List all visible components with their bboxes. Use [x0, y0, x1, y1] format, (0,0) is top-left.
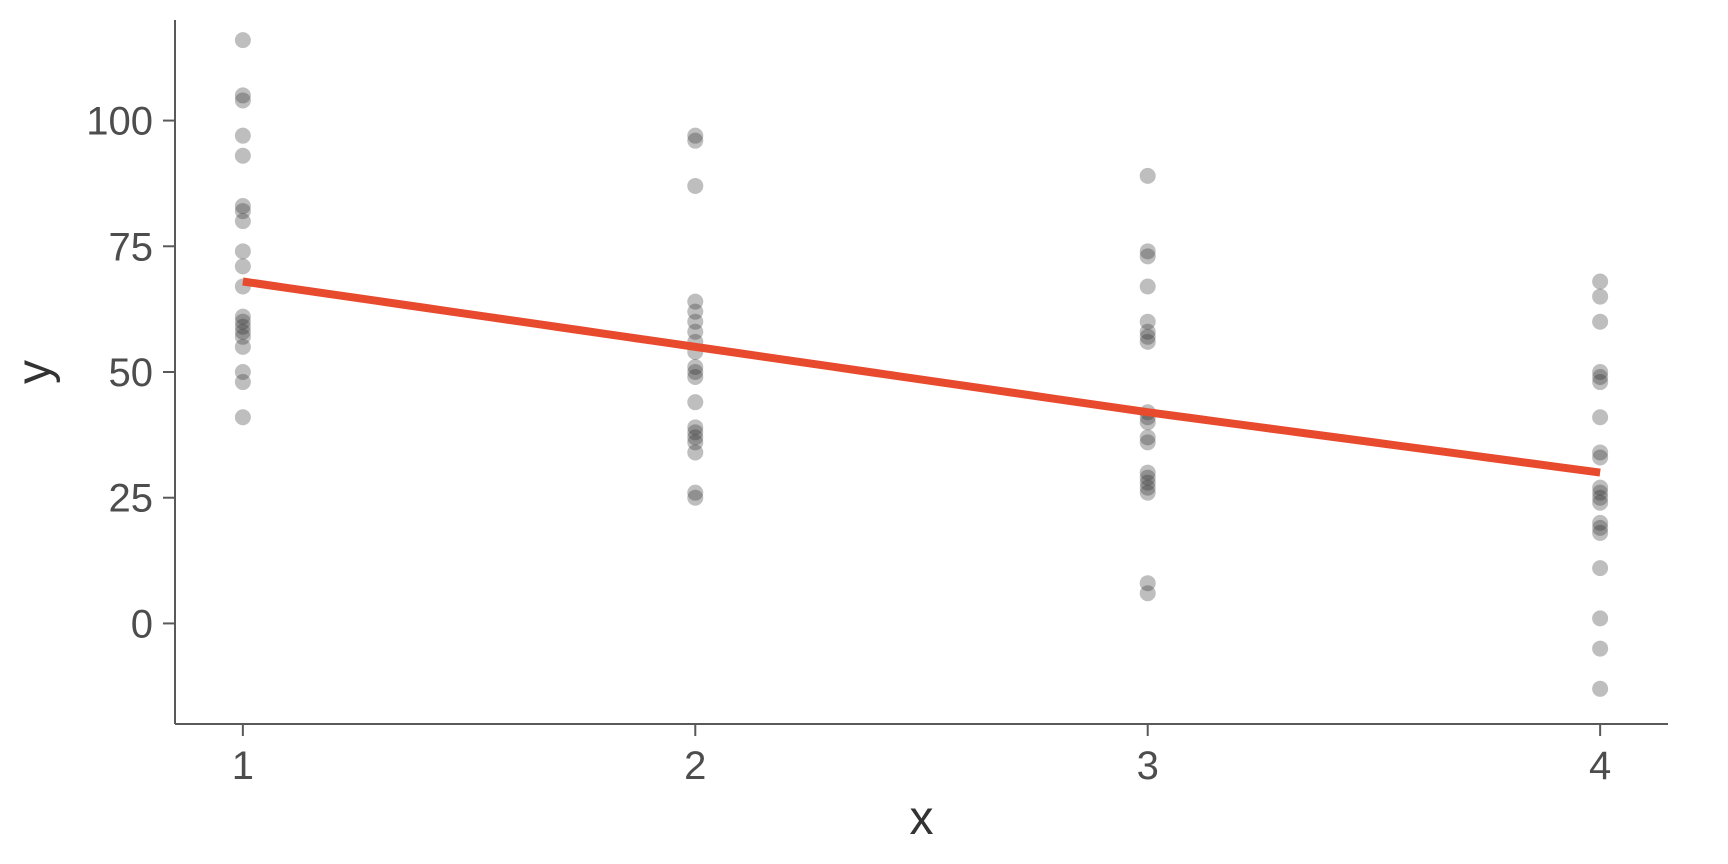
data-point — [1592, 681, 1608, 697]
data-point — [687, 490, 703, 506]
y-axis-title: y — [8, 360, 61, 384]
data-point — [1140, 248, 1156, 264]
data-point — [235, 409, 251, 425]
y-tick-label: 0 — [131, 602, 153, 646]
y-tick-label: 100 — [86, 100, 153, 144]
data-point — [1592, 610, 1608, 626]
x-tick-label: 4 — [1589, 744, 1611, 788]
data-point — [1140, 585, 1156, 601]
data-point — [1592, 374, 1608, 390]
data-point — [1592, 289, 1608, 305]
data-point — [1592, 314, 1608, 330]
data-point — [235, 258, 251, 274]
data-point — [1140, 485, 1156, 501]
chart-container: 1 2 3 4 0 25 50 75 100 x y — [0, 0, 1728, 864]
data-point — [687, 444, 703, 460]
data-point — [1592, 409, 1608, 425]
data-point — [1592, 560, 1608, 576]
data-point — [1592, 641, 1608, 657]
data-point — [687, 178, 703, 194]
x-tick-label: 1 — [232, 744, 254, 788]
y-tick-label: 25 — [109, 477, 154, 521]
data-point — [687, 133, 703, 149]
data-point — [1592, 449, 1608, 465]
trend-line — [243, 281, 1600, 472]
data-point — [687, 369, 703, 385]
x-tick-label: 3 — [1137, 744, 1159, 788]
data-point — [1592, 495, 1608, 511]
data-point — [235, 92, 251, 108]
x-axis-title: x — [910, 792, 934, 845]
data-point — [235, 243, 251, 259]
data-point — [1592, 273, 1608, 289]
data-point — [1140, 168, 1156, 184]
x-tick-label: 2 — [684, 744, 706, 788]
data-point — [235, 148, 251, 164]
data-point — [235, 32, 251, 48]
data-point — [1140, 434, 1156, 450]
data-point — [235, 339, 251, 355]
data-point — [235, 213, 251, 229]
data-point — [1592, 525, 1608, 541]
data-point — [235, 128, 251, 144]
data-point — [687, 394, 703, 410]
y-tick-label: 75 — [109, 225, 154, 269]
y-tick-label: 50 — [109, 351, 154, 395]
data-point — [1140, 279, 1156, 295]
data-point — [235, 374, 251, 390]
data-point — [1140, 334, 1156, 350]
scatter-chart: 1 2 3 4 0 25 50 75 100 x y — [0, 0, 1728, 864]
